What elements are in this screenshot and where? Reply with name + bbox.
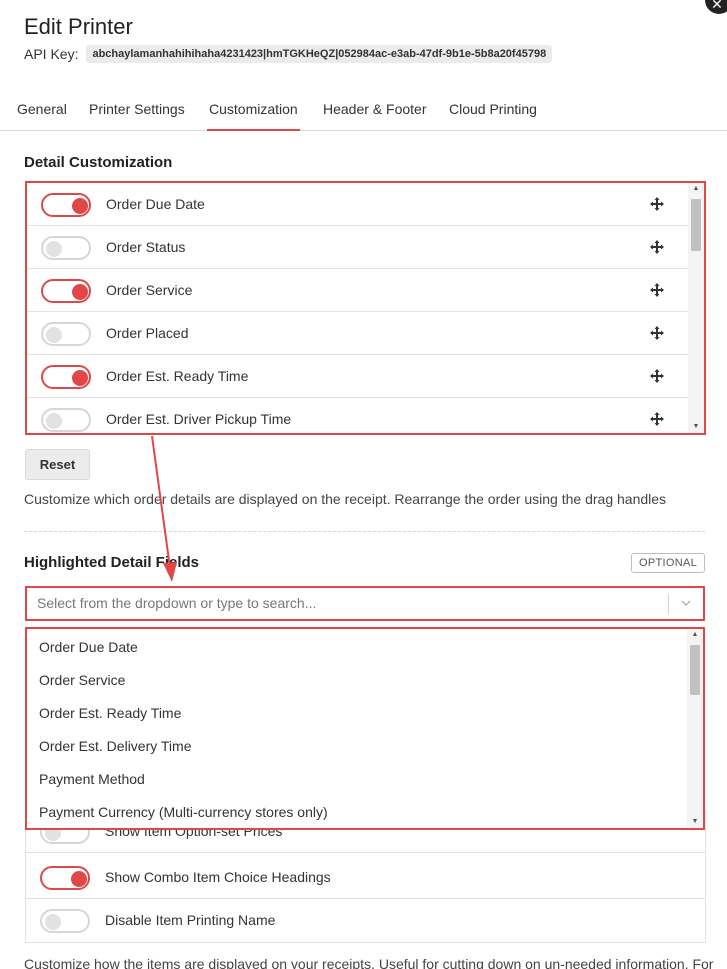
- list-item-label: Disable Item Printing Name: [105, 912, 276, 928]
- toggle-switch[interactable]: [41, 236, 91, 260]
- toggle-switch[interactable]: [40, 866, 90, 890]
- list-item-label: Order Service: [106, 282, 193, 298]
- list-item[interactable]: Order Due Date: [27, 183, 690, 226]
- highlighted-fields-select[interactable]: Select from the dropdown or type to sear…: [25, 586, 705, 621]
- list-item-label: Order Est. Driver Pickup Time: [106, 411, 292, 427]
- list-item-label: Order Est. Ready Time: [106, 368, 249, 384]
- scroll-up-arrow-icon[interactable]: ▲: [688, 183, 704, 195]
- move-icon[interactable]: [649, 411, 665, 427]
- scrollbar-thumb[interactable]: [691, 199, 701, 251]
- reset-button[interactable]: Reset: [25, 449, 90, 480]
- list-item[interactable]: Disable Item Printing Name: [26, 899, 705, 942]
- section-divider: [24, 531, 705, 532]
- tab-cloud-printing[interactable]: Cloud Printing: [447, 89, 539, 131]
- tab-bar: General Printer Settings Customization H…: [0, 89, 727, 131]
- dropdown-option[interactable]: Order Due Date: [39, 638, 138, 656]
- optional-badge: OPTIONAL: [631, 553, 705, 573]
- scrollbar[interactable]: ▲ ▼: [688, 183, 704, 433]
- select-divider: [668, 594, 669, 614]
- dropdown-option[interactable]: Payment Currency (Multi-currency stores …: [39, 803, 328, 821]
- api-key-row: API Key: abchaylamanhahihihaha4231423|hm…: [24, 45, 553, 63]
- dropdown-option[interactable]: Order Est. Delivery Time: [39, 737, 191, 755]
- item-customization-help: Customize how the items are displayed on…: [24, 956, 714, 969]
- toggle-switch[interactable]: [41, 193, 91, 217]
- dropdown-menu[interactable]: Order Due Date Order Service Order Est. …: [25, 627, 705, 830]
- list-item[interactable]: Order Est. Ready Time: [27, 355, 690, 398]
- tab-printer-settings[interactable]: Printer Settings: [87, 89, 187, 131]
- scroll-down-arrow-icon[interactable]: ▼: [688, 421, 704, 433]
- dialog-title: Edit Printer: [24, 14, 133, 39]
- dropdown-option[interactable]: Order Est. Ready Time: [39, 704, 181, 722]
- close-button[interactable]: ✕: [705, 0, 727, 14]
- chevron-down-icon[interactable]: [678, 595, 694, 611]
- toggle-switch[interactable]: [41, 408, 91, 432]
- move-icon[interactable]: [649, 282, 665, 298]
- tab-header-footer[interactable]: Header & Footer: [321, 89, 429, 131]
- dropdown-option[interactable]: Payment Method: [39, 770, 145, 788]
- detail-customization-title: Detail Customization: [24, 154, 173, 171]
- scrollbar-thumb[interactable]: [690, 645, 700, 695]
- close-icon: ✕: [711, 0, 723, 12]
- detail-customization-help: Customize which order details are displa…: [24, 491, 667, 507]
- dropdown-scrollbar[interactable]: ▲ ▼: [687, 629, 703, 828]
- list-item[interactable]: Order Service: [27, 269, 690, 312]
- move-icon[interactable]: [649, 368, 665, 384]
- scroll-down-arrow-icon[interactable]: ▼: [687, 816, 703, 828]
- toggle-switch[interactable]: [40, 909, 90, 933]
- list-item[interactable]: Order Placed: [27, 312, 690, 355]
- detail-customization-list[interactable]: Order Due Date Order Status Order Servic…: [25, 181, 706, 435]
- toggle-switch[interactable]: [41, 365, 91, 389]
- list-item-label: Order Status: [106, 239, 186, 255]
- list-item-label: Order Placed: [106, 325, 189, 341]
- api-key-label: API Key:: [24, 46, 79, 62]
- scroll-up-arrow-icon[interactable]: ▲: [687, 629, 703, 641]
- toggle-switch[interactable]: [41, 279, 91, 303]
- list-item-label: Order Due Date: [106, 196, 205, 212]
- move-icon[interactable]: [649, 196, 665, 212]
- api-key-value: abchaylamanhahihihaha4231423|hmTGKHeQZ|0…: [86, 45, 553, 63]
- list-item[interactable]: Order Est. Driver Pickup Time: [27, 398, 690, 433]
- tab-general[interactable]: General: [15, 89, 69, 131]
- dropdown-option[interactable]: Order Service: [39, 671, 125, 689]
- move-icon[interactable]: [649, 239, 665, 255]
- select-placeholder[interactable]: Select from the dropdown or type to sear…: [37, 588, 316, 619]
- list-item-label: Show Combo Item Choice Headings: [105, 869, 331, 885]
- tab-customization[interactable]: Customization: [207, 89, 300, 131]
- toggle-switch[interactable]: [41, 322, 91, 346]
- move-icon[interactable]: [649, 325, 665, 341]
- list-item[interactable]: Show Combo Item Choice Headings: [26, 856, 705, 899]
- list-item[interactable]: Order Status: [27, 226, 690, 269]
- highlighted-detail-fields-title: Highlighted Detail Fields: [24, 554, 200, 571]
